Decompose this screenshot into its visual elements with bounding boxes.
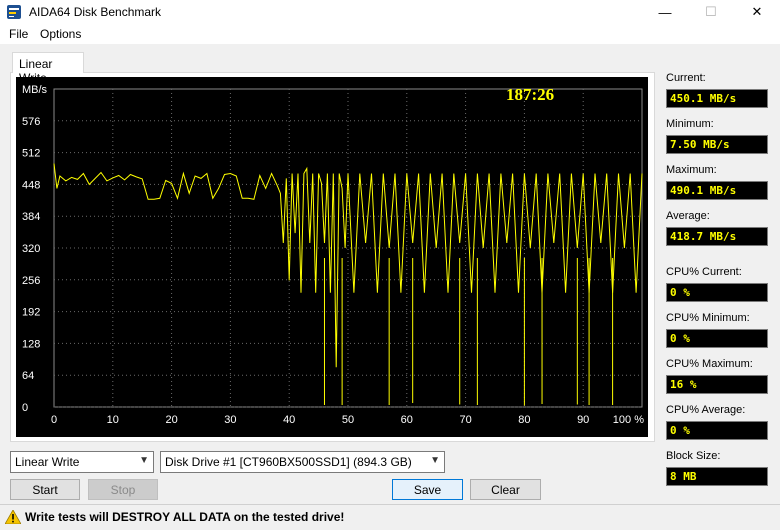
x-tick-label: 100 % xyxy=(613,414,644,426)
menu-bar: File Options xyxy=(0,24,780,44)
x-tick-label: 30 xyxy=(224,414,236,426)
y-tick-label: 384 xyxy=(22,211,40,223)
cpu-minimum-label: CPU% Minimum: xyxy=(666,312,750,324)
clear-button[interactable]: Clear xyxy=(470,479,541,500)
stop-button[interactable]: Stop xyxy=(88,479,158,500)
drive-value: Disk Drive #1 [CT960BX500SSD1] (894.3 GB… xyxy=(165,455,412,469)
title-bar: AIDA64 Disk Benchmark — ☐ ✕ xyxy=(0,0,780,24)
elapsed-timer: 187:26 xyxy=(506,85,555,104)
start-button[interactable]: Start xyxy=(10,479,80,500)
drive-select[interactable]: Disk Drive #1 [CT960BX500SSD1] (894.3 GB… xyxy=(160,451,445,473)
y-tick-label: 320 xyxy=(22,243,40,255)
block-size-label: Block Size: xyxy=(666,450,721,462)
block-size-value: 8 MB xyxy=(666,467,768,486)
menu-options[interactable]: Options xyxy=(40,27,81,41)
maximize-icon: ☐ xyxy=(705,4,717,19)
test-type-value: Linear Write xyxy=(15,455,80,469)
test-type-select[interactable]: Linear Write ▼ xyxy=(10,451,154,473)
chevron-down-icon: ▼ xyxy=(139,455,149,466)
close-button[interactable]: ✕ xyxy=(734,0,780,24)
client-area: Linear Write 0 64 128 192 256 320 384 448 512 576… xyxy=(0,44,780,530)
status-divider xyxy=(0,504,780,505)
cpu-maximum-label: CPU% Maximum: xyxy=(666,358,753,370)
cpu-average-label: CPU% Average: xyxy=(666,404,746,416)
x-tick-label: 90 xyxy=(577,414,589,426)
x-tick-label: 0 xyxy=(51,414,57,426)
x-tick-label: 50 xyxy=(342,414,354,426)
minimize-icon: — xyxy=(658,4,672,20)
current-label: Current: xyxy=(666,72,706,84)
x-tick-label: 80 xyxy=(518,414,530,426)
current-value: 450.1 MB/s xyxy=(666,89,768,108)
close-icon: ✕ xyxy=(751,4,763,19)
minimum-label: Minimum: xyxy=(666,118,714,130)
cpu-average-value: 0 % xyxy=(666,421,768,440)
x-tick-label: 40 xyxy=(283,414,295,426)
y-axis-label: MB/s xyxy=(22,84,48,96)
y-tick-label: 576 xyxy=(22,116,40,128)
x-tick-label: 70 xyxy=(459,414,471,426)
warning-message: Write tests will DESTROY ALL DATA on the… xyxy=(25,510,345,524)
cpu-maximum-value: 16 % xyxy=(666,375,768,394)
chart-svg: 0 64 128 192 256 320 384 448 512 576 MB/s 0 10 20 30 40… xyxy=(22,84,644,426)
menu-file[interactable]: File xyxy=(9,27,28,41)
benchmark-chart: 0 64 128 192 256 320 384 448 512 576 MB/s 0 10 20 30 40… xyxy=(16,77,648,437)
window-title: AIDA64 Disk Benchmark xyxy=(29,5,162,19)
tab-linear-write[interactable]: Linear Write xyxy=(12,52,84,85)
y-tick-label: 0 xyxy=(22,402,28,414)
maximum-value: 490.1 MB/s xyxy=(666,181,768,200)
y-tick-label: 128 xyxy=(22,338,40,350)
maximize-button[interactable]: ☐ xyxy=(688,0,734,24)
x-tick-label: 10 xyxy=(107,414,119,426)
warning-icon xyxy=(5,510,21,524)
y-tick-label: 64 xyxy=(22,370,34,382)
y-tick-label: 512 xyxy=(22,148,40,160)
chevron-down-icon: ▼ xyxy=(430,455,440,466)
x-tick-label: 60 xyxy=(401,414,413,426)
y-tick-label: 192 xyxy=(22,307,40,319)
cpu-current-label: CPU% Current: xyxy=(666,266,742,278)
cpu-minimum-value: 0 % xyxy=(666,329,768,348)
save-button[interactable]: Save xyxy=(392,479,463,500)
aida64-app-icon xyxy=(7,5,21,19)
cpu-current-value: 0 % xyxy=(666,283,768,302)
y-tick-label: 448 xyxy=(22,179,40,191)
minimum-value: 7.50 MB/s xyxy=(666,135,768,154)
x-tick-label: 20 xyxy=(165,414,177,426)
average-value: 418.7 MB/s xyxy=(666,227,768,246)
maximum-label: Maximum: xyxy=(666,164,717,176)
y-tick-label: 256 xyxy=(22,275,40,287)
average-label: Average: xyxy=(666,210,710,222)
minimize-button[interactable]: — xyxy=(642,0,688,24)
